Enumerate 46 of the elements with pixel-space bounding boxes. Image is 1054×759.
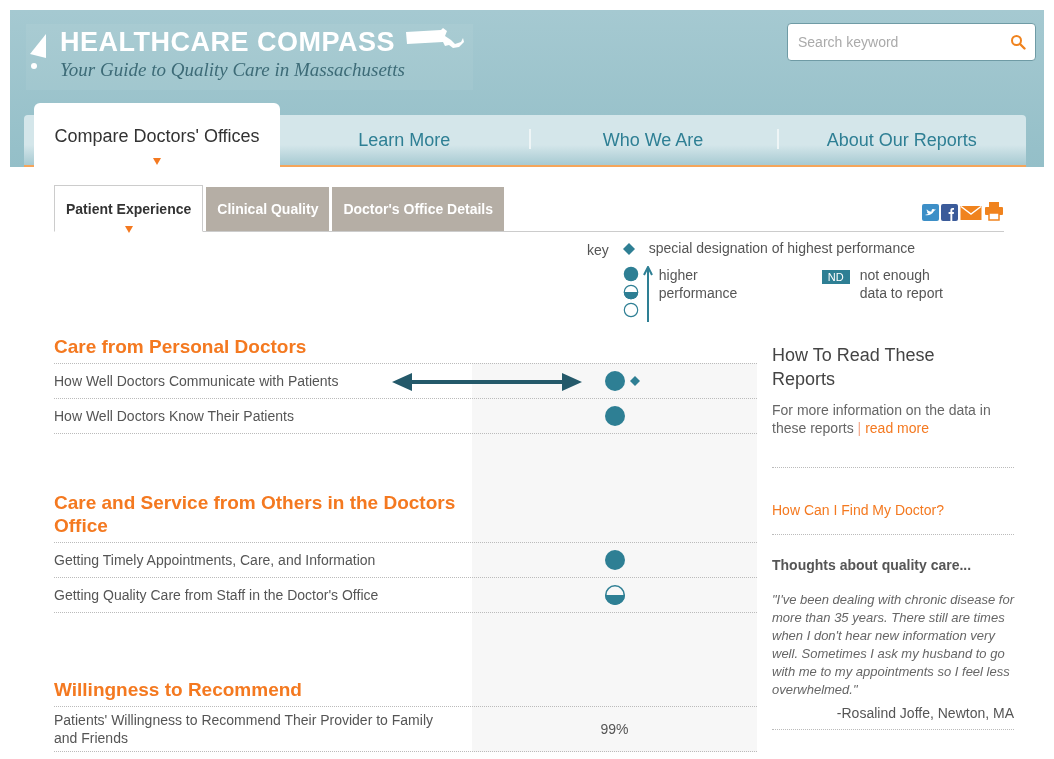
- full-circle-icon: [603, 549, 626, 571]
- nav-tab[interactable]: About Our Reports: [777, 115, 1026, 165]
- full-circle-icon: [603, 370, 626, 392]
- site-tagline: Your Guide to Quality Care in Massachusetts: [60, 58, 406, 82]
- section-heading: Care from Personal Doctors: [54, 335, 308, 358]
- sub-tab[interactable]: Doctor's Office Details: [332, 187, 504, 231]
- section-heading: Care and Service from Others in the Doctors Office: [54, 491, 457, 537]
- nav-tab[interactable]: Learn More: [280, 115, 529, 165]
- nav-tab[interactable]: Compare Doctors' Offices: [34, 103, 280, 167]
- legend-text: not enough data to report: [859, 266, 944, 302]
- search-field[interactable]: Search keyword: [787, 23, 1036, 61]
- nav-tab[interactable]: Who We Are: [528, 115, 778, 165]
- measure-label: How Well Doctors Know Their Patients: [54, 407, 295, 426]
- section-heading: Willingness to Recommend: [54, 678, 303, 701]
- diamond-icon: [622, 243, 635, 255]
- quote-text: "I've been dealing with chronic disease for more than 35 years. There still are times when I don't hear new information very well. Sometimes I ask my husband to go with me to my appointments so I feel less overwhelmed.": [772, 591, 1014, 699]
- full-circle-icon: [603, 405, 626, 427]
- full-circle-icon: [622, 266, 639, 282]
- quote-heading: Thoughts about quality care...: [772, 557, 973, 573]
- caret-icon: [153, 157, 161, 165]
- sub-tab[interactable]: Patient Experience: [54, 185, 204, 232]
- key-label: key: [587, 241, 609, 258]
- score-value: 99%: [600, 721, 629, 737]
- measure-label: Patients' Willingness to Recommend Their Provider to Family and Friends: [54, 711, 434, 748]
- sidebar-heading: How To Read These Reports: [772, 344, 936, 391]
- half-circle-icon: [603, 584, 626, 606]
- nd-badge: ND: [821, 270, 850, 284]
- measure-label: Getting Quality Care from Staff in the Doctor's Office: [54, 586, 380, 605]
- search-icon[interactable]: [1010, 34, 1026, 50]
- legend-text: special designation of highest performance: [648, 240, 916, 258]
- sub-tab[interactable]: Clinical Quality: [206, 187, 330, 231]
- read-more-link[interactable]: read more: [865, 420, 929, 436]
- caret-icon: [124, 225, 133, 233]
- empty-circle-icon: [622, 302, 639, 318]
- find-doctor-link[interactable]: How Can I Find My Doctor?: [772, 468, 1014, 534]
- measure-label: How Well Doctors Communicate with Patients: [54, 372, 340, 391]
- measure-label: Getting Timely Appointments, Care, and Information: [54, 551, 377, 570]
- facebook-icon[interactable]: [941, 204, 958, 221]
- quote-attribution: -Rosalind Joffe, Newton, MA: [835, 705, 1014, 723]
- printer-icon[interactable]: [984, 201, 1004, 221]
- half-circle-icon: [622, 284, 639, 300]
- bird-icon[interactable]: [922, 204, 939, 221]
- legend-text: higher performance: [658, 266, 739, 303]
- sidebar-text: For more information on the data in these reports | read more: [772, 401, 992, 437]
- up-arrow-icon: [642, 266, 653, 322]
- site-title: HEALTHCARE COMPASS: [60, 26, 395, 58]
